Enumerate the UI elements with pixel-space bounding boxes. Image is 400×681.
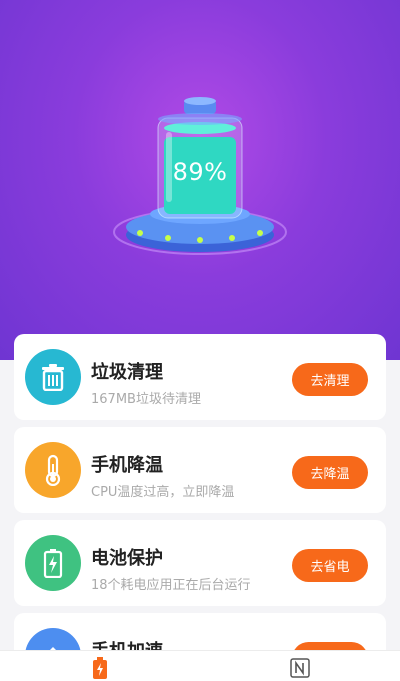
- news-tab-icon[interactable]: [290, 657, 310, 679]
- trash-icon: [25, 349, 81, 405]
- clean-button[interactable]: 去清理: [292, 363, 368, 396]
- item-title: 手机降温: [91, 455, 163, 476]
- item-subtitle: 18个耗电应用正在后台运行: [91, 578, 251, 593]
- save-power-button[interactable]: 去省电: [292, 549, 368, 582]
- battery-percentage: 89%: [172, 158, 228, 186]
- battery-tab-icon[interactable]: [90, 657, 110, 679]
- cool-down-button[interactable]: 去降温: [292, 456, 368, 489]
- thermometer-icon: [25, 442, 81, 498]
- item-title: 电池保护: [91, 548, 163, 569]
- battery-icon: [25, 535, 81, 591]
- item-title: 垃圾清理: [91, 362, 163, 383]
- item-subtitle: 167MB垃圾待清理: [91, 392, 201, 407]
- list-item-cool-down: 手机降温 CPU温度过高，立即降温 去降温: [14, 427, 386, 513]
- bottom-tab-bar: [0, 650, 400, 681]
- item-subtitle: CPU温度过高，立即降温: [91, 485, 235, 500]
- list-item-junk-clean: 垃圾清理 167MB垃圾待清理 去清理: [14, 334, 386, 420]
- list-item-battery-protect: 电池保护 18个耗电应用正在后台运行 去省电: [14, 520, 386, 606]
- hero-banner: 89%: [0, 0, 400, 360]
- battery-illustration: 89%: [110, 92, 290, 262]
